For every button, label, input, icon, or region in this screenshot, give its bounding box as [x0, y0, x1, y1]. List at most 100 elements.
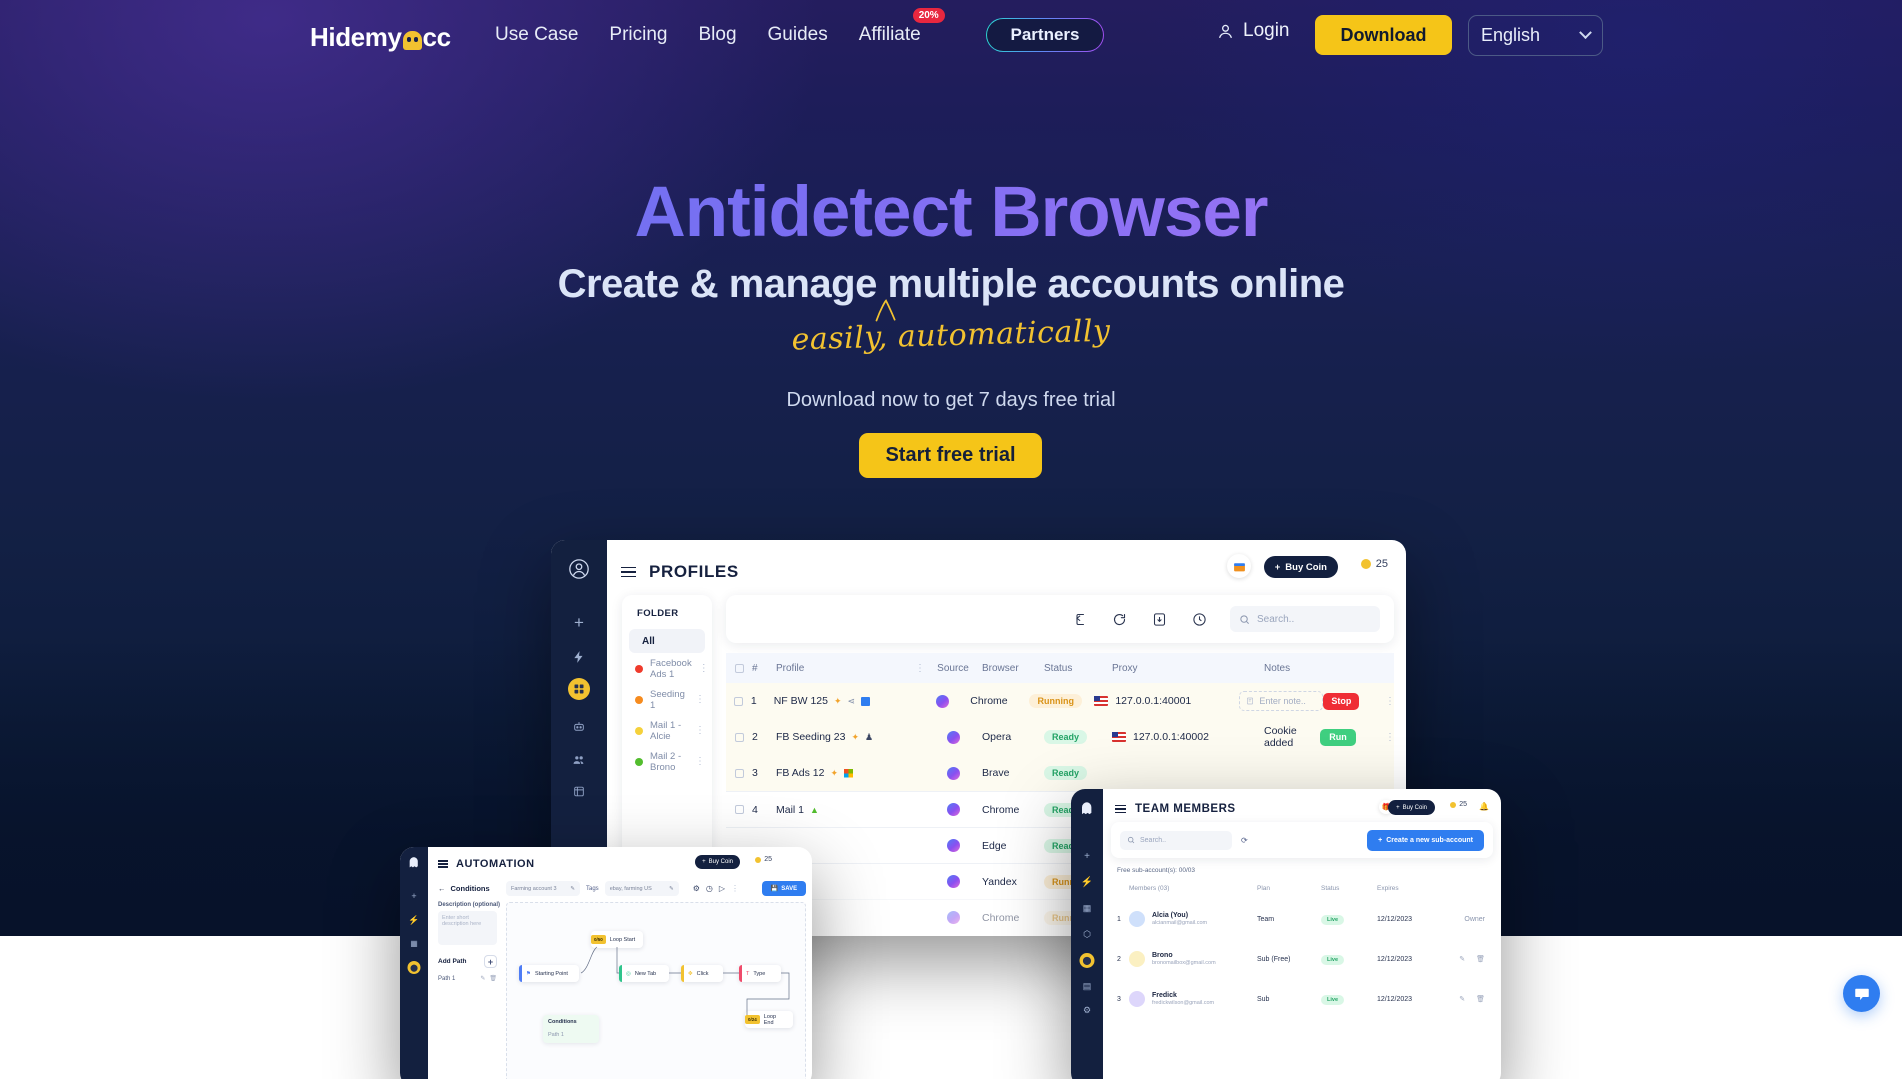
nav-item-blog[interactable]: Blog [699, 24, 737, 46]
table-row[interactable]: 2 Brono bronomailbox@gmail.com Sub (Free… [1117, 941, 1491, 977]
table-row[interactable]: 3 FB Ads 12 ✦ Brave Ready [726, 755, 1394, 791]
sidebar-add-icon[interactable]: + [411, 891, 416, 901]
sidebar-avatar-icon[interactable] [568, 558, 590, 580]
edit-icon[interactable]: ✎ [669, 886, 674, 892]
save-button[interactable]: 💾 SAVE [762, 881, 806, 896]
export-icon[interactable] [1150, 610, 1168, 628]
buy-coin-button[interactable]: + Buy Coin [1388, 800, 1435, 815]
column-header-plan[interactable]: Plan [1257, 885, 1321, 892]
row-note[interactable]: Enter note.. [1239, 691, 1324, 711]
back-arrow-icon[interactable]: ← [438, 884, 446, 893]
start-free-trial-button[interactable]: Start free trial [859, 433, 1042, 478]
sidebar-add-icon[interactable]: + [574, 613, 584, 633]
partners-button[interactable]: Partners [986, 18, 1104, 52]
history-icon[interactable] [1190, 610, 1208, 628]
kebab-menu-icon[interactable]: ⋮ [695, 756, 705, 767]
nav-item-use-case[interactable]: Use Case [495, 24, 578, 46]
sidebar-bot-icon[interactable]: ⬤ [407, 961, 421, 974]
delete-icon[interactable]: 🗑 [1476, 996, 1485, 1003]
hamburger-menu-icon[interactable] [1115, 804, 1126, 814]
automation-name-input[interactable]: Farming account 3 ✎ [506, 881, 580, 896]
sidebar-team-icon[interactable] [573, 753, 586, 766]
sidebar-profiles-icon[interactable]: ▦ [410, 939, 418, 948]
edit-icon[interactable]: ✎ [1459, 996, 1465, 1003]
flow-node-loop-start[interactable]: 0/50 Loop Start [591, 931, 643, 948]
folder-item[interactable]: Mail 2 - Brono ⋮ [622, 746, 712, 777]
sidebar-automation-icon[interactable]: ⚡ [1081, 877, 1093, 888]
folder-item[interactable]: Mail 1 - Alcie ⋮ [622, 715, 712, 746]
sidebar-avatar-icon[interactable] [1080, 801, 1095, 816]
sidebar-team-icon[interactable]: ⬤ [1079, 953, 1095, 968]
row-checkbox[interactable] [726, 805, 752, 814]
sidebar-storage-icon[interactable]: ▤ [1083, 981, 1092, 992]
table-row[interactable]: 1 NF BW 125 ✦ ⋖ Chrome Running 127.0.0.1… [726, 683, 1395, 719]
folder-item[interactable]: Facebook Ads 1 ⋮ [622, 653, 712, 684]
sidebar-add-icon[interactable]: + [1084, 851, 1090, 862]
download-button[interactable]: Download [1315, 15, 1452, 55]
select-all-checkbox[interactable] [726, 663, 752, 673]
sidebar-bot-icon[interactable] [573, 720, 586, 733]
chat-widget-button[interactable] [1843, 975, 1880, 1012]
sidebar-avatar-icon[interactable] [408, 856, 421, 869]
nav-item-affiliate[interactable]: Affiliate 20% [859, 8, 945, 46]
nav-item-pricing[interactable]: Pricing [609, 24, 667, 46]
row-checkbox[interactable] [726, 732, 752, 742]
stop-button[interactable]: Stop [1323, 692, 1360, 710]
path-item-row[interactable]: Path 1 ✎ 🗑 [434, 968, 501, 983]
table-row[interactable]: 3 Fredick fredickwilson@gmail.com Sub Li… [1117, 981, 1491, 1017]
row-note[interactable]: Cookie added [1264, 725, 1320, 749]
hamburger-menu-icon[interactable] [438, 860, 448, 868]
search-input[interactable]: Search.. [1120, 830, 1232, 850]
row-checkbox[interactable] [726, 696, 751, 706]
import-icon[interactable] [1070, 610, 1088, 628]
edit-icon[interactable]: ✎ [570, 886, 575, 892]
conditions-header[interactable]: ← Conditions [434, 877, 501, 893]
table-row[interactable]: 1 Alcia (You) alcianmail@gmail.com Team … [1117, 901, 1491, 937]
flow-node-loop-end[interactable]: 0/24 Loop End [745, 1011, 793, 1028]
delete-icon[interactable]: 🗑 [1476, 956, 1485, 963]
add-path-button[interactable]: + [484, 955, 497, 968]
delete-icon[interactable]: 🗑 [489, 975, 497, 982]
sidebar-automation-icon[interactable]: ⚡ [408, 915, 419, 926]
create-sub-account-button[interactable]: + Create a new sub-account [1367, 829, 1484, 851]
search-input[interactable]: Search.. [1230, 606, 1380, 632]
refresh-icon[interactable]: ⟳ [1241, 836, 1248, 845]
hamburger-menu-icon[interactable] [621, 566, 636, 578]
flow-node-starting-point[interactable]: ⚑ Starting Point [519, 965, 579, 982]
run-button[interactable]: Run [1320, 728, 1356, 746]
kebab-menu-icon[interactable]: ⋮ [699, 663, 709, 674]
gift-icon[interactable] [1227, 554, 1251, 578]
play-icon[interactable]: ▷ [719, 884, 725, 893]
kebab-menu-icon[interactable]: ⋮ [731, 884, 739, 893]
flow-node-type[interactable]: T Type [739, 965, 781, 982]
automation-flow-canvas[interactable]: ⚑ Starting Point 0/50 Loop Start ◎ New T… [506, 902, 806, 1079]
row-checkbox[interactable] [726, 768, 752, 778]
sidebar-settings-icon[interactable]: ⚙ [1083, 1005, 1091, 1016]
kebab-menu-icon[interactable]: ⋮ [695, 694, 705, 705]
buy-coin-button[interactable]: + Buy Coin [1263, 556, 1338, 578]
bell-icon[interactable]: 🔔 [1479, 802, 1489, 811]
column-header-profile[interactable]: Profile ⋮ [776, 663, 925, 674]
kebab-menu-icon[interactable]: ⋮ [915, 663, 925, 674]
note-input[interactable]: Enter note.. [1239, 691, 1324, 711]
sidebar-profiles-icon[interactable] [568, 678, 590, 700]
kebab-menu-icon[interactable]: ⋮ [1385, 696, 1395, 707]
buy-coin-button[interactable]: + Buy Coin [695, 855, 740, 869]
brand-logo[interactable]: Hidemy cc [310, 22, 451, 53]
folder-item-all[interactable]: All [629, 629, 705, 653]
flow-node-conditions[interactable]: Conditions Path 1 [543, 1015, 599, 1043]
login-button[interactable]: Login [1216, 20, 1290, 42]
edit-icon[interactable]: ✎ [1459, 956, 1465, 963]
folder-item[interactable]: Seeding 1 ⋮ [622, 684, 712, 715]
settings-icon[interactable]: ⚙ [693, 884, 700, 893]
edit-icon[interactable]: ✎ [480, 975, 485, 982]
column-header-status[interactable]: Status [1044, 663, 1112, 674]
language-selector[interactable]: English [1468, 15, 1603, 56]
nav-item-guides[interactable]: Guides [768, 24, 828, 46]
flow-node-click[interactable]: ✥ Click [681, 965, 723, 982]
clock-icon[interactable]: ◷ [706, 884, 713, 893]
automation-tags-input[interactable]: ebay, farming US ✎ [604, 881, 679, 896]
kebab-menu-icon[interactable]: ⋮ [1385, 732, 1395, 743]
refresh-icon[interactable] [1110, 610, 1128, 628]
sidebar-automation-icon[interactable] [572, 650, 586, 664]
